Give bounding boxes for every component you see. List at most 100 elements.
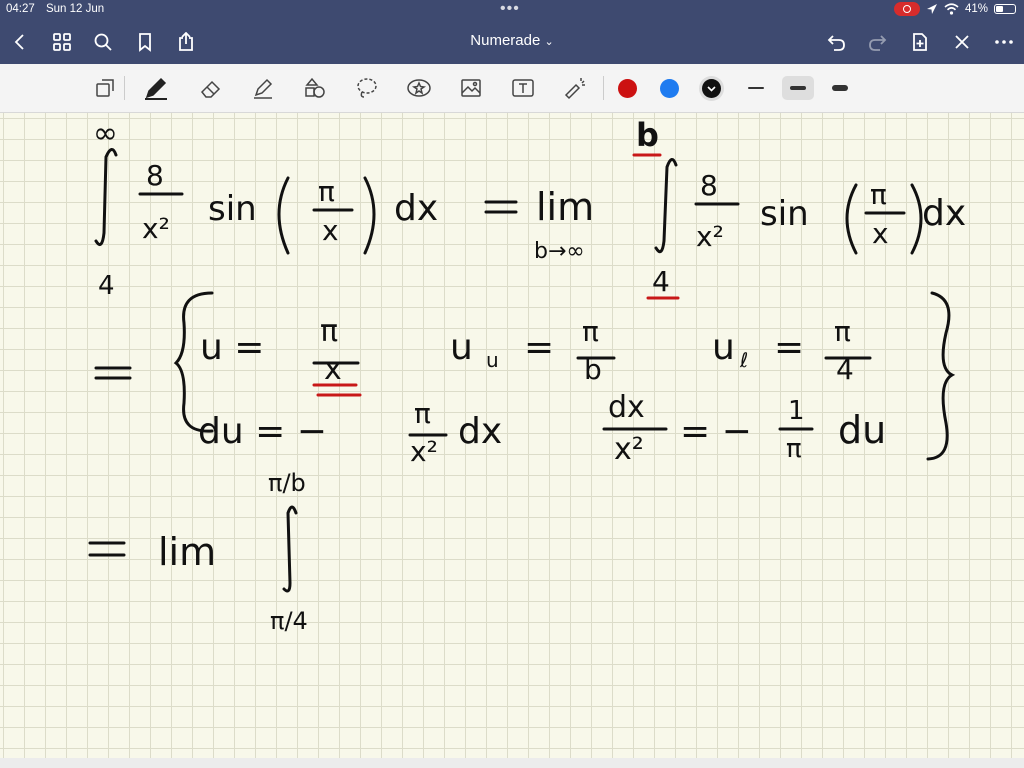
equals-sign-4 bbox=[88, 541, 126, 557]
status-right: 41% bbox=[893, 2, 1016, 16]
du-x2: x² bbox=[410, 435, 438, 468]
image-tool[interactable] bbox=[456, 74, 486, 102]
document-title-text[interactable]: Numerade bbox=[470, 32, 540, 49]
pi-numerator-right: π bbox=[870, 178, 887, 211]
equals-minus: = − bbox=[680, 411, 752, 452]
text-tool[interactable] bbox=[508, 74, 538, 102]
u-x: x bbox=[324, 352, 342, 387]
lower-limit-4: 4 bbox=[98, 271, 115, 301]
multitasking-dots-icon[interactable]: ••• bbox=[500, 0, 520, 18]
color-swatch-black[interactable] bbox=[702, 79, 721, 98]
shapes-tool[interactable] bbox=[300, 74, 330, 102]
equals-sign-2 bbox=[94, 366, 132, 380]
color-swatch-red[interactable] bbox=[618, 79, 637, 98]
close-button[interactable] bbox=[948, 28, 976, 56]
wifi-icon bbox=[944, 3, 959, 15]
eraser-tool[interactable] bbox=[196, 74, 226, 102]
integral-sign-bottom bbox=[282, 505, 298, 593]
undo-button[interactable] bbox=[822, 28, 850, 56]
more-button[interactable] bbox=[990, 28, 1018, 56]
highlighter-icon bbox=[254, 78, 273, 99]
toolbar-separator bbox=[603, 76, 604, 100]
paren-open-right bbox=[845, 183, 858, 255]
dx-over-numerator: dx bbox=[608, 390, 645, 425]
pen-icon bbox=[145, 77, 167, 100]
battery-level bbox=[996, 6, 1003, 12]
lasso-icon bbox=[357, 78, 377, 98]
one-numerator: 1 bbox=[788, 396, 805, 426]
lower-limit-4-right: 4 bbox=[652, 265, 670, 298]
du-dx: dx bbox=[458, 411, 502, 452]
du-pi: π bbox=[414, 397, 431, 430]
dx-right: dx bbox=[922, 193, 966, 234]
image-icon bbox=[461, 79, 481, 97]
u-upper: u bbox=[450, 327, 473, 368]
du-tail: du bbox=[838, 408, 886, 452]
page-bottom-edge bbox=[0, 758, 1024, 768]
u-upper-equals: = bbox=[524, 327, 554, 368]
close-pen-icon bbox=[955, 35, 969, 49]
note-page[interactable]: ∞ 4 8 x² sin π x dx lim b→∞ b 4 8 x² sin… bbox=[0, 113, 1024, 758]
right-brace bbox=[926, 291, 956, 461]
more-icon bbox=[995, 40, 1013, 44]
nav-bar: Numerade ⌄ bbox=[0, 20, 1024, 64]
upper-limit-b: b bbox=[636, 116, 659, 154]
denominator-x2-right: x² bbox=[696, 220, 724, 253]
laser-pointer-tool[interactable] bbox=[560, 74, 590, 102]
u-lower-subscript: ℓ bbox=[739, 348, 748, 372]
upper-limit-infinity: ∞ bbox=[93, 116, 118, 151]
redo-icon bbox=[869, 35, 887, 51]
integral-sign-right bbox=[654, 158, 678, 254]
tool-bar bbox=[0, 64, 1024, 113]
shapes-icon bbox=[305, 77, 325, 98]
add-page-button[interactable] bbox=[906, 28, 934, 56]
numerator-8-right: 8 bbox=[700, 169, 718, 202]
screen-recording-icon[interactable] bbox=[893, 2, 920, 16]
paren-close bbox=[363, 176, 376, 255]
status-left: 04:27 Sun 12 Jun bbox=[6, 3, 112, 15]
highlighter-tool[interactable] bbox=[248, 74, 278, 102]
numerator-8: 8 bbox=[146, 159, 164, 192]
sin-function-right: sin bbox=[760, 194, 809, 234]
undo-icon bbox=[827, 35, 845, 51]
u-lower-pi: π bbox=[834, 315, 851, 348]
lim-subscript: b→∞ bbox=[534, 239, 585, 264]
lim-text: lim bbox=[536, 185, 594, 229]
lasso-tool[interactable] bbox=[352, 74, 382, 102]
pen-tool[interactable] bbox=[141, 74, 171, 102]
battery-percent: 41% bbox=[964, 3, 988, 15]
dx-over-denominator: x² bbox=[614, 432, 644, 467]
color-swatch-blue[interactable] bbox=[660, 79, 679, 98]
handwriting-canvas[interactable]: ∞ 4 8 x² sin π x dx lim b→∞ b 4 8 x² sin… bbox=[0, 113, 1024, 758]
thickness-thick[interactable] bbox=[824, 76, 856, 100]
u-lower-equals: = bbox=[774, 327, 804, 368]
convert-tool[interactable] bbox=[90, 74, 120, 102]
integral-sign-left bbox=[94, 148, 118, 247]
equals-sign-1 bbox=[484, 200, 518, 214]
u-lower-4: 4 bbox=[836, 353, 854, 386]
u-pi: π bbox=[320, 314, 338, 349]
u-equals: u = bbox=[200, 327, 264, 368]
text-icon bbox=[512, 79, 534, 97]
x-denominator-right: x bbox=[872, 217, 889, 250]
location-icon bbox=[926, 4, 937, 14]
thickness-medium[interactable] bbox=[782, 76, 814, 100]
eraser-icon bbox=[200, 80, 221, 98]
lim-text-bottom: lim bbox=[158, 530, 216, 574]
laser-pointer-icon bbox=[564, 78, 585, 100]
toolbar-separator bbox=[124, 76, 125, 100]
u-upper-subscript: u bbox=[486, 348, 499, 372]
paren-open bbox=[277, 176, 290, 255]
thickness-thin[interactable] bbox=[740, 76, 772, 100]
u-upper-b: b bbox=[584, 353, 602, 386]
title-chevron-icon[interactable]: ⌄ bbox=[545, 36, 554, 48]
chevron-down-icon bbox=[707, 86, 716, 92]
dx-left: dx bbox=[394, 188, 438, 229]
du-equals-minus: du = − bbox=[198, 411, 327, 452]
convert-icon bbox=[96, 79, 114, 97]
u-upper-pi: π bbox=[582, 315, 599, 348]
upper-limit-pi-b: π/b bbox=[268, 469, 306, 497]
sticker-tool[interactable] bbox=[404, 74, 434, 102]
add-page-icon bbox=[913, 33, 927, 51]
redo-button[interactable] bbox=[864, 28, 892, 56]
